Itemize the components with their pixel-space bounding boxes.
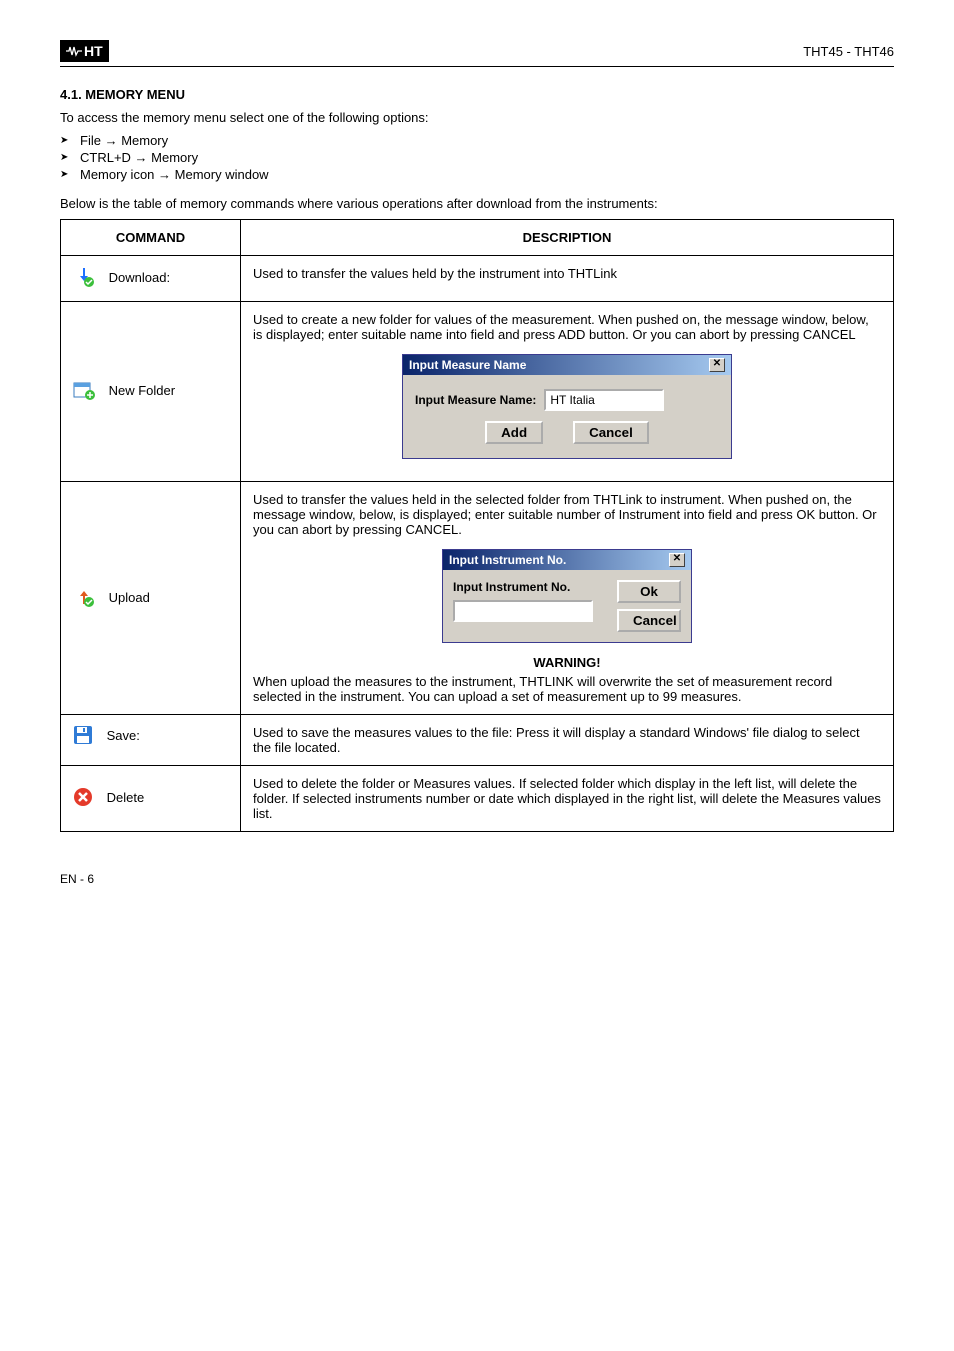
cancel-button[interactable]: Cancel xyxy=(573,421,649,444)
table-row: Save: Used to save the measures values t… xyxy=(61,715,894,766)
cmd-label: Save: xyxy=(107,728,140,743)
table-row: Upload Used to transfer the values held … xyxy=(61,482,894,715)
bullet-b: Memory xyxy=(121,133,168,148)
instrument-no-input[interactable] xyxy=(453,600,593,622)
input-measure-name-dialog: Input Measure Name ✕ Input Measure Name:… xyxy=(402,354,732,459)
footer-left: EN - 6 xyxy=(60,872,94,886)
bullet-b: Memory window xyxy=(175,167,269,182)
product-name: THT45 - THT46 xyxy=(803,44,894,59)
cmd-desc: Used to transfer the values held in the … xyxy=(253,492,881,537)
add-button[interactable]: Add xyxy=(485,421,543,444)
cancel-button[interactable]: Cancel xyxy=(617,609,681,632)
cmd-label: Download: xyxy=(109,270,170,285)
page-header: HT THT45 - THT46 xyxy=(60,40,894,67)
table-row: Download: Used to transfer the values he… xyxy=(61,256,894,302)
cmd-label: New Folder xyxy=(109,383,175,398)
page-footer: EN - 6 xyxy=(60,872,894,886)
warning-title: WARNING! xyxy=(253,655,881,670)
col-command: COMMAND xyxy=(61,220,241,256)
warning-text: When upload the measures to the instrume… xyxy=(253,674,881,704)
cmd-label: Upload xyxy=(109,589,150,604)
section-title: 4.1. MEMORY MENU xyxy=(60,87,894,102)
brand-logo: HT xyxy=(60,40,109,62)
cmd-desc: Used to create a new folder for values o… xyxy=(253,312,881,342)
upload-icon xyxy=(73,586,95,611)
intro-text: To access the memory menu select one of … xyxy=(60,110,894,125)
col-description: DESCRIPTION xyxy=(241,220,894,256)
dialog-title: Input Instrument No. xyxy=(449,553,566,567)
list-item: File Memory xyxy=(60,133,894,148)
bullet-a: Memory icon xyxy=(80,167,175,182)
measure-name-input[interactable] xyxy=(544,389,664,411)
table-row: Delete Used to delete the folder or Meas… xyxy=(61,766,894,832)
download-icon xyxy=(73,266,95,291)
bullet-a: CTRL+D xyxy=(80,150,151,165)
close-icon[interactable]: ✕ xyxy=(709,358,725,372)
delete-icon xyxy=(73,787,93,810)
dialog-field-label: Input Measure Name: xyxy=(415,393,536,407)
input-instrument-no-dialog: Input Instrument No. ✕ Input Instrument … xyxy=(442,549,692,643)
cmd-label: Delete xyxy=(107,790,145,805)
intro-bullet-list: File Memory CTRL+D Memory Memory icon Me… xyxy=(60,133,894,182)
bullet-b: Memory xyxy=(151,150,198,165)
dialog-title: Input Measure Name xyxy=(409,358,526,372)
table-row: New Folder Used to create a new folder f… xyxy=(61,302,894,482)
list-item: Memory icon Memory window xyxy=(60,167,894,182)
cmd-desc: Used to save the measures values to the … xyxy=(241,715,894,766)
bullet-a: File xyxy=(80,133,121,148)
new-folder-icon xyxy=(73,380,95,403)
ok-button[interactable]: Ok xyxy=(617,580,681,603)
save-icon xyxy=(73,725,93,748)
close-icon[interactable]: ✕ xyxy=(669,553,685,567)
cmd-desc: Used to transfer the values held by the … xyxy=(241,256,894,302)
note-text: Below is the table of memory commands wh… xyxy=(60,196,894,211)
list-item: CTRL+D Memory xyxy=(60,150,894,165)
cmd-desc: Used to delete the folder or Measures va… xyxy=(241,766,894,832)
command-table: COMMAND DESCRIPTION Download: Used to tr… xyxy=(60,219,894,832)
dialog-field-label: Input Instrument No. xyxy=(453,580,611,594)
